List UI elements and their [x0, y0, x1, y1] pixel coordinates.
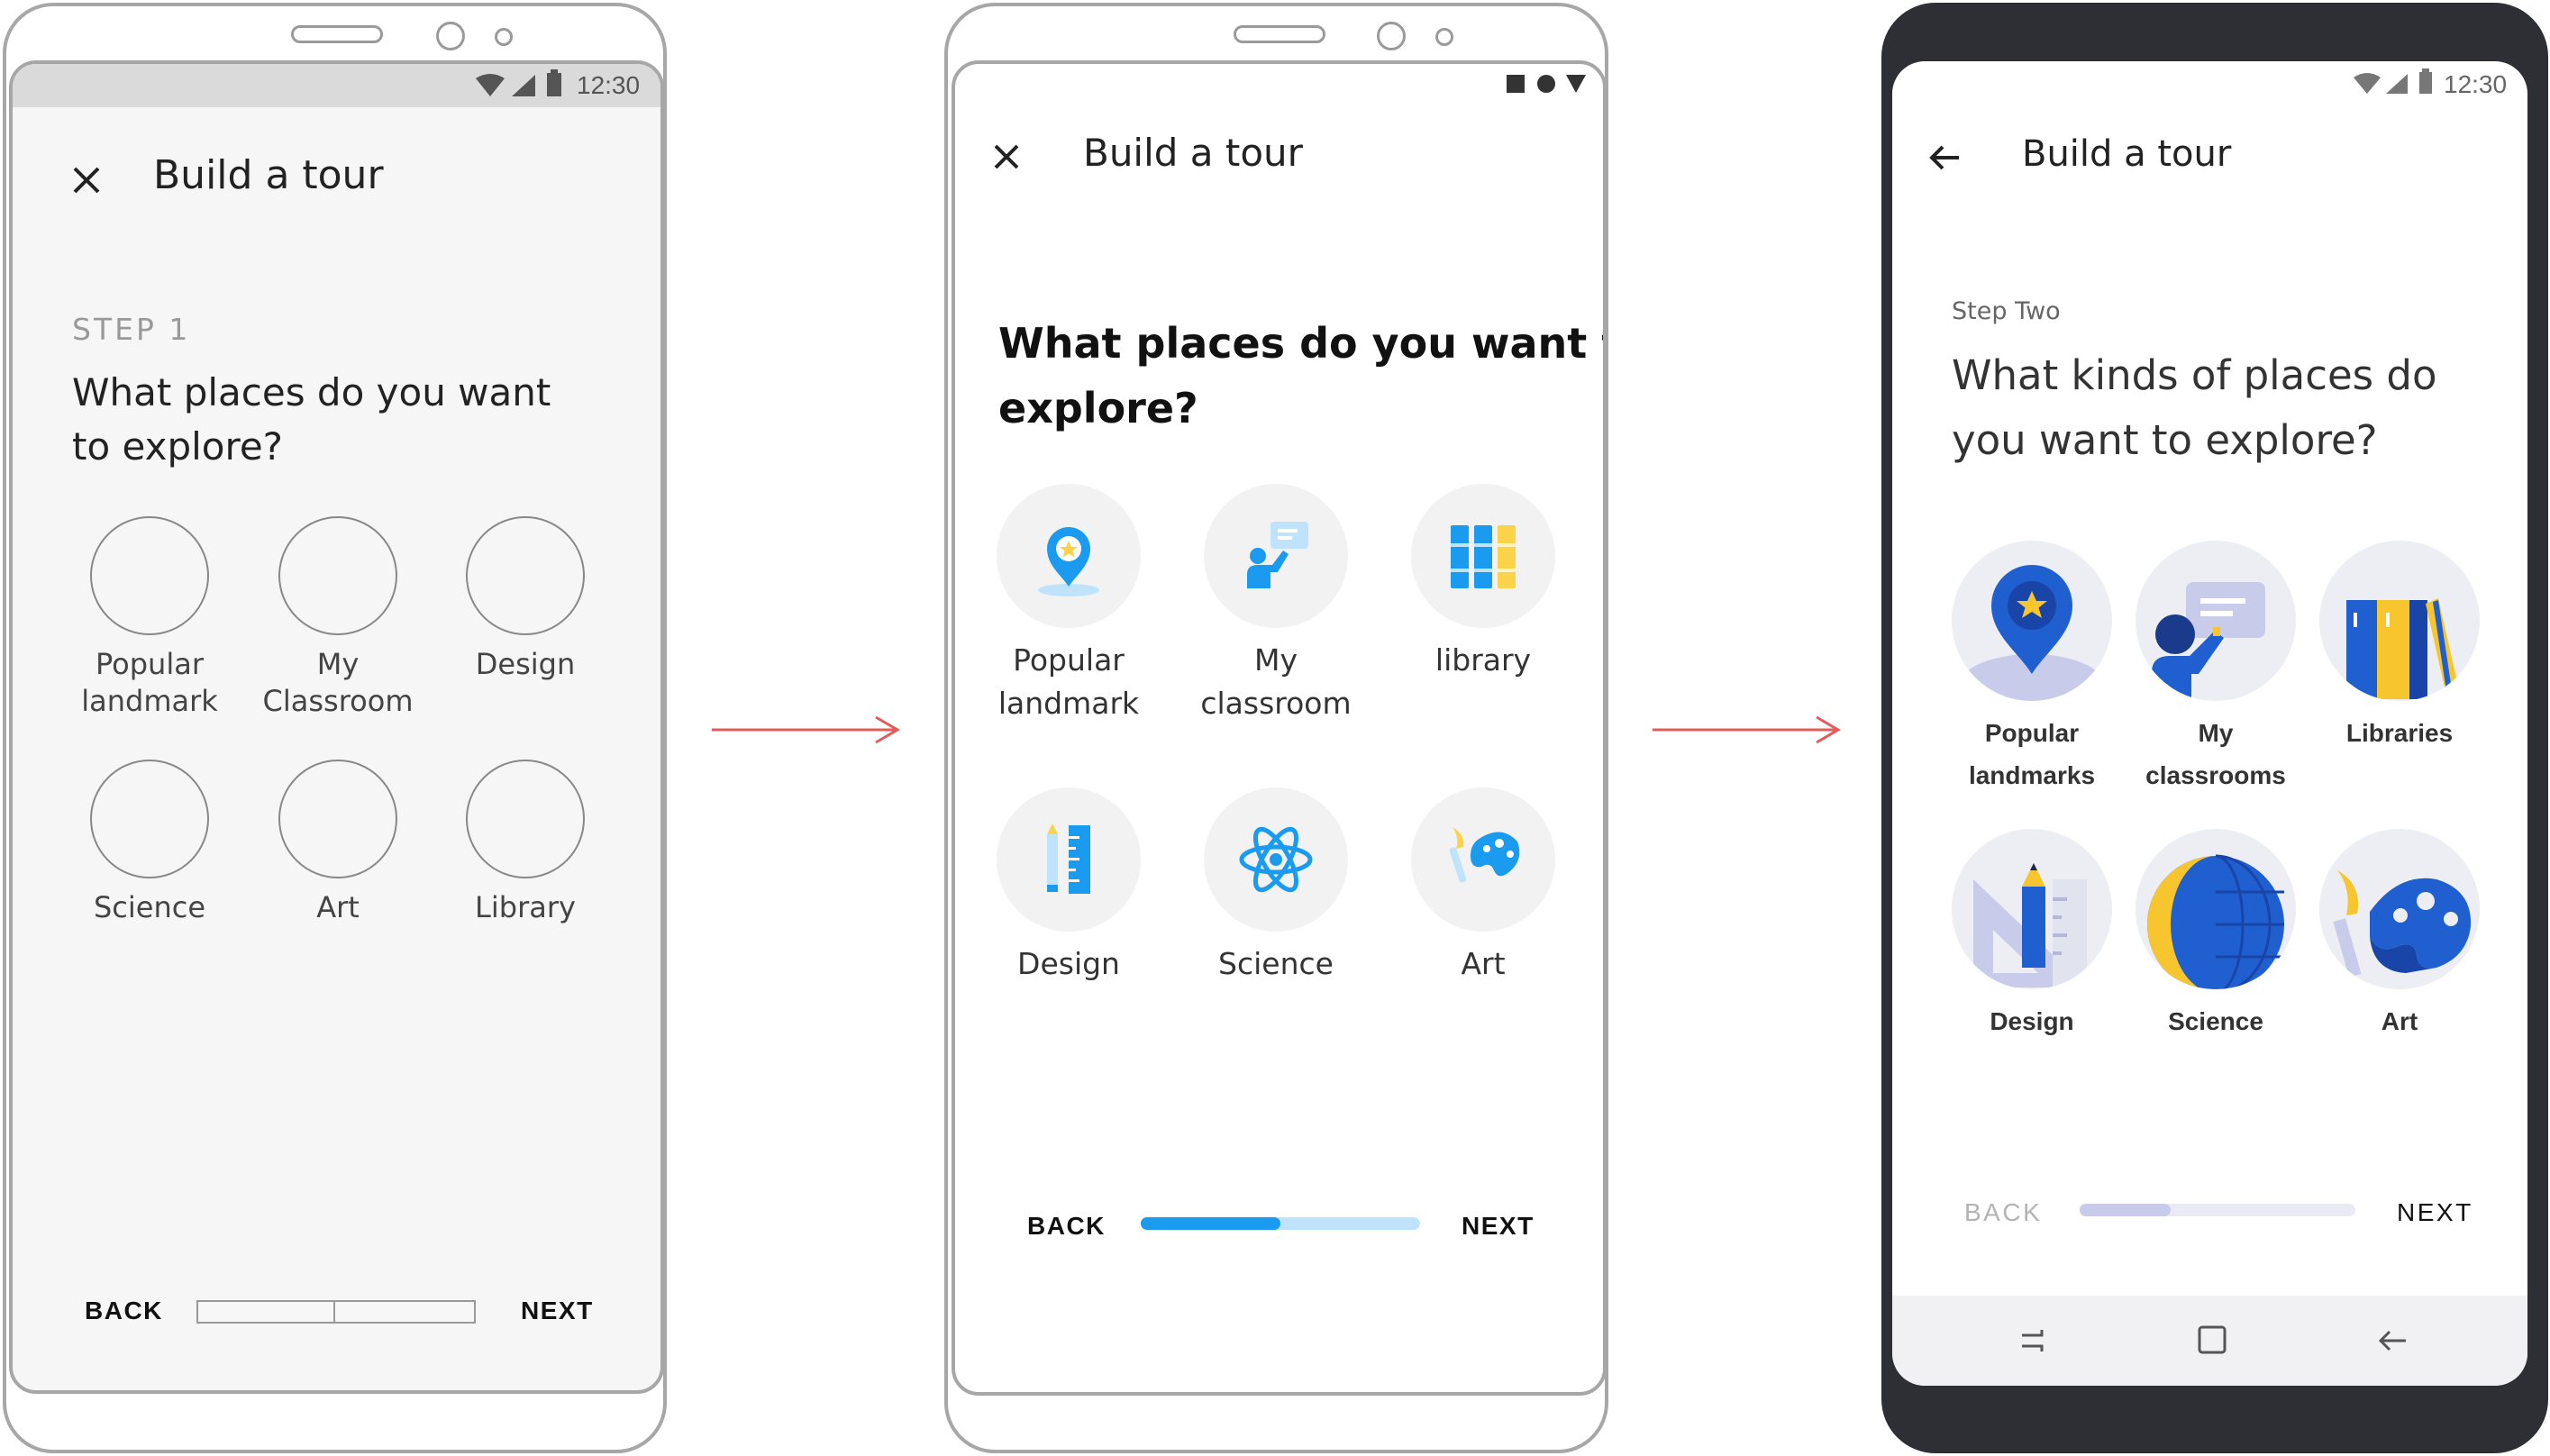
close-icon[interactable]: [993, 143, 1020, 170]
landmark-pin-icon: [1960, 565, 2104, 701]
status-time: 12:30: [2444, 70, 2508, 98]
science-globe-icon: [2147, 854, 2284, 989]
progress-track: [2080, 1204, 2355, 1216]
status-bar: 12:30: [13, 64, 660, 107]
close-icon[interactable]: [72, 166, 101, 195]
back-button[interactable]: BACK: [1027, 1212, 1106, 1241]
option-label-libraries: Libraries: [2345, 719, 2454, 747]
option-placeholder-library[interactable]: [466, 760, 585, 878]
option-placeholder-popular-landmark[interactable]: [90, 516, 209, 635]
flow-arrow-1: [712, 715, 900, 744]
option-label-popular-landmark: Popular landmark: [997, 642, 1140, 721]
midfi-screen: Build a tour What places do you want to …: [952, 60, 1607, 1396]
system-nav-bar: [1892, 1296, 2527, 1386]
phone-camera: [1377, 22, 1406, 50]
progress-indicator: [196, 1300, 476, 1324]
option-popular-landmarks[interactable]: [1952, 541, 2112, 701]
next-button[interactable]: NEXT: [1462, 1212, 1535, 1241]
landmark-pin-icon: [1038, 527, 1099, 596]
recent-apps-icon[interactable]: [2018, 1326, 2047, 1355]
next-button[interactable]: NEXT: [2397, 1198, 2473, 1227]
option-libraries[interactable]: [2319, 541, 2480, 701]
science-atom-icon: [1239, 826, 1313, 893]
question-line-2: explore?: [998, 384, 1198, 432]
next-button[interactable]: NEXT: [521, 1297, 594, 1325]
signal-icon: [2386, 74, 2408, 94]
phone-camera: [436, 22, 465, 50]
design-ruler-pencil-icon: [1973, 863, 2087, 987]
home-icon[interactable]: [2197, 1324, 2227, 1355]
flow-arrow-2: [1653, 715, 1841, 744]
option-science[interactable]: [1204, 787, 1348, 932]
library-books-icon: [1451, 525, 1516, 588]
phone-speaker: [291, 25, 383, 43]
page-title: Build a tour: [1083, 131, 1303, 175]
phone-sensor: [495, 28, 513, 46]
option-library[interactable]: [1411, 484, 1555, 628]
option-popular-landmark[interactable]: [997, 484, 1141, 628]
classroom-teacher-icon: [2152, 582, 2265, 701]
question-line-2: to explore?: [72, 424, 283, 469]
question-line-1: What places do you want to: [998, 319, 1607, 368]
back-button[interactable]: BACK: [85, 1297, 163, 1325]
progress-fill: [2080, 1204, 2171, 1216]
wifi-icon: [476, 74, 505, 96]
option-label-my-classroom: My classroom: [1200, 642, 1352, 721]
progress-fill: [1141, 1217, 1280, 1230]
hifi-screen: 12:30 Build a tour Step Two What kinds o…: [1892, 61, 2527, 1386]
step-label: STEP 1: [72, 312, 191, 347]
option-placeholder-design[interactable]: [466, 516, 585, 635]
phone-sensor: [1435, 28, 1453, 46]
question-line-1: What kinds of places do: [1952, 351, 2437, 399]
progress-track: [1141, 1217, 1420, 1230]
option-label-design: Design: [475, 647, 576, 681]
question-line-2: you want to explore?: [1952, 416, 2378, 464]
option-placeholder-my-classroom[interactable]: [278, 516, 397, 635]
phone-speaker: [1234, 25, 1325, 43]
option-design[interactable]: [997, 787, 1141, 932]
progress-divider: [333, 1302, 335, 1322]
step-label: Step Two: [1952, 297, 2061, 325]
option-placeholder-science[interactable]: [90, 760, 209, 878]
option-label-library: library: [1434, 642, 1532, 678]
wifi-icon: [2354, 73, 2381, 94]
square-status-icon: [1507, 75, 1525, 93]
option-label-library: Library: [475, 890, 576, 924]
option-label-art: Art: [1461, 946, 1506, 981]
option-label-design: Design: [1017, 946, 1120, 981]
option-my-classroom[interactable]: [1204, 484, 1348, 628]
art-palette-icon: [2333, 870, 2472, 978]
circle-status-icon: [1537, 75, 1555, 93]
option-science[interactable]: [2136, 829, 2296, 989]
option-design[interactable]: [1952, 829, 2112, 989]
back-button[interactable]: BACK: [1964, 1198, 2042, 1227]
option-art[interactable]: [2319, 829, 2480, 989]
back-arrow-icon[interactable]: [1928, 144, 1961, 171]
design-ruler-pencil-icon: [1047, 824, 1090, 894]
classroom-teacher-icon: [1247, 522, 1308, 588]
option-my-classrooms[interactable]: [2136, 541, 2296, 701]
system-back-icon[interactable]: [2377, 1326, 2408, 1355]
status-time: 12:30: [577, 71, 641, 99]
question-line-1: What places do you want: [72, 370, 551, 414]
wireframe-screen: 12:30 Build a tour STEP 1 What places do…: [9, 60, 664, 1394]
battery-icon: [2419, 68, 2432, 94]
option-art[interactable]: [1411, 787, 1555, 932]
battery-icon: [547, 69, 561, 96]
option-label-science: Science: [1218, 946, 1334, 981]
page-title: Build a tour: [2022, 133, 2232, 175]
signal-icon: [512, 75, 535, 96]
option-placeholder-art[interactable]: [278, 760, 397, 878]
library-books-icon: [2346, 598, 2460, 699]
art-palette-icon: [1449, 827, 1520, 883]
triangle-status-icon: [1566, 75, 1586, 93]
option-label-art: Art: [2381, 1007, 2418, 1035]
page-title: Build a tour: [153, 152, 384, 198]
